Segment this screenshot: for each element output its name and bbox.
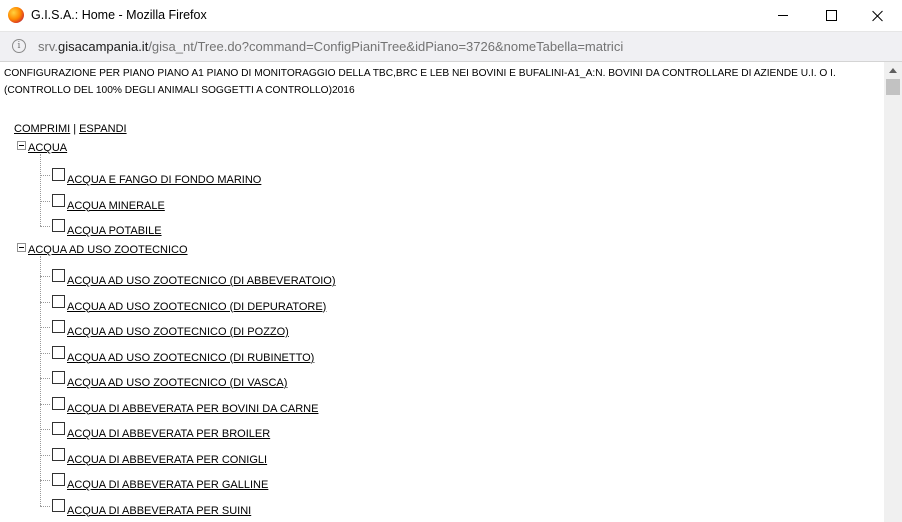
tree-leaf: ACQUA DI ABBEVERATA PER SUINI (52, 498, 251, 517)
collapse-node-icon[interactable] (17, 141, 26, 150)
tree-leaf-label[interactable]: ACQUA MINERALE (67, 200, 165, 212)
collapse-all-link[interactable]: COMPRIMI (14, 123, 70, 135)
tree-leaf-label[interactable]: ACQUA AD USO ZOOTECNICO (DI RUBINETTO) (67, 352, 314, 364)
tree-connector (40, 480, 50, 481)
tree-leaf-label[interactable]: ACQUA E FANGO DI FONDO MARINO (67, 174, 261, 186)
tree-leaf: ACQUA MINERALE (52, 193, 165, 212)
tree-leaf: ACQUA POTABILE (52, 219, 162, 237)
tree-connector (40, 454, 50, 456)
tree-leaf: ACQUA AD USO ZOOTECNICO (DI POZZO) (52, 320, 289, 338)
tree-leaf: ACQUA DI ABBEVERATA PER GALLINE (52, 473, 268, 491)
scroll-up-icon[interactable] (889, 68, 897, 73)
tree-connector (40, 505, 50, 507)
header-line-2: (CONTROLLO DEL 100% DEGLI ANIMALI SOGGET… (4, 85, 355, 96)
leaf-checkbox[interactable] (52, 269, 65, 282)
tree-connector (40, 226, 50, 227)
tree-node: ACQUA AD USO ZOOTECNICO (17, 243, 188, 256)
leaf-checkbox[interactable] (52, 294, 65, 308)
maximize-button[interactable] (808, 0, 854, 31)
tree-connector (40, 200, 50, 202)
tree-node-label[interactable]: ACQUA AD USO ZOOTECNICO (28, 244, 188, 256)
leaf-checkbox[interactable] (52, 168, 65, 181)
tree-connector (40, 256, 41, 506)
leaf-checkbox[interactable] (52, 498, 65, 512)
window-title: G.I.S.A.: Home - Mozilla Firefox (31, 8, 207, 22)
tree-controls: COMPRIMI | ESPANDI (14, 123, 127, 135)
minimize-button[interactable] (760, 0, 806, 31)
leaf-checkbox[interactable] (52, 345, 65, 359)
page-header: CONFIGURAZIONE PER PIANO PIANO A1 PIANO … (4, 65, 878, 99)
leaf-checkbox[interactable] (52, 371, 65, 384)
tree-node-label[interactable]: ACQUA (28, 142, 67, 154)
tree-leaf: ACQUA AD USO ZOOTECNICO (DI ABBEVERATOIO… (52, 269, 336, 287)
close-icon (872, 10, 884, 22)
tree-connector (40, 352, 50, 354)
url-path: /gisa_nt/Tree.do?command=ConfigPianiTree… (148, 39, 624, 54)
url-bar[interactable]: i srv.gisacampania.it/gisa_nt/Tree.do?co… (0, 32, 902, 62)
tree-leaf-label[interactable]: ACQUA POTABILE (67, 225, 162, 237)
leaf-checkbox[interactable] (52, 320, 65, 333)
tree-leaf: ACQUA AD USO ZOOTECNICO (DI RUBINETTO) (52, 345, 314, 364)
tree-leaf-label[interactable]: ACQUA DI ABBEVERATA PER CONIGLI (67, 454, 267, 466)
tree-leaf-label[interactable]: ACQUA AD USO ZOOTECNICO (DI VASCA) (67, 377, 287, 389)
tree-connector (40, 403, 50, 405)
vertical-scrollbar[interactable] (884, 62, 902, 522)
tree-connector (40, 429, 50, 430)
tree-connector (40, 327, 50, 328)
leaf-checkbox[interactable] (52, 447, 65, 461)
link-separator: | (73, 123, 77, 135)
tree-leaf: ACQUA E FANGO DI FONDO MARINO (52, 168, 261, 186)
minimize-icon (778, 15, 788, 16)
tree-leaf-label[interactable]: ACQUA DI ABBEVERATA PER SUINI (67, 505, 251, 517)
tree-leaf-label[interactable]: ACQUA DI ABBEVERATA PER BOVINI DA CARNE (67, 403, 318, 415)
scrollbar-thumb[interactable] (886, 79, 900, 95)
tree-node: ACQUA (17, 141, 67, 154)
page-content: CONFIGURAZIONE PER PIANO PIANO A1 PIANO … (0, 62, 884, 522)
tree-leaf: ACQUA DI ABBEVERATA PER BOVINI DA CARNE (52, 396, 318, 415)
tree-leaf-label[interactable]: ACQUA AD USO ZOOTECNICO (DI POZZO) (67, 326, 289, 338)
close-button[interactable] (855, 0, 901, 31)
tree-leaf: ACQUA AD USO ZOOTECNICO (DI VASCA) (52, 371, 287, 389)
tree-connector (40, 301, 50, 303)
header-line-1: CONFIGURAZIONE PER PIANO PIANO A1 PIANO … (4, 68, 836, 79)
window-titlebar: G.I.S.A.: Home - Mozilla Firefox (0, 0, 902, 32)
tree-connector (40, 154, 41, 226)
tree-leaf-label[interactable]: ACQUA DI ABBEVERATA PER BROILER (67, 428, 270, 440)
info-icon[interactable]: i (12, 39, 26, 53)
tree-leaf: ACQUA AD USO ZOOTECNICO (DI DEPURATORE) (52, 294, 326, 313)
leaf-checkbox[interactable] (52, 193, 65, 207)
leaf-checkbox[interactable] (52, 473, 65, 486)
tree-leaf: ACQUA DI ABBEVERATA PER CONIGLI (52, 447, 267, 466)
leaf-checkbox[interactable] (52, 219, 65, 232)
tree-leaf-label[interactable]: ACQUA DI ABBEVERATA PER GALLINE (67, 479, 268, 491)
tree-leaf: ACQUA DI ABBEVERATA PER BROILER (52, 422, 270, 440)
url-prefix: srv. (38, 39, 58, 54)
url-text[interactable]: srv.gisacampania.it/gisa_nt/Tree.do?comm… (38, 39, 623, 54)
leaf-checkbox[interactable] (52, 422, 65, 435)
tree-leaf-label[interactable]: ACQUA AD USO ZOOTECNICO (DI ABBEVERATOIO… (67, 275, 336, 287)
collapse-node-icon[interactable] (17, 243, 26, 252)
tree-connector (40, 378, 50, 379)
tree-connector (40, 175, 50, 176)
tree-leaf-label[interactable]: ACQUA AD USO ZOOTECNICO (DI DEPURATORE) (67, 301, 326, 313)
tree-connector (40, 276, 50, 277)
expand-all-link[interactable]: ESPANDI (79, 123, 126, 135)
url-host: gisacampania.it (57, 39, 149, 54)
maximize-icon (825, 10, 837, 21)
leaf-checkbox[interactable] (52, 396, 65, 410)
firefox-icon (8, 7, 24, 23)
